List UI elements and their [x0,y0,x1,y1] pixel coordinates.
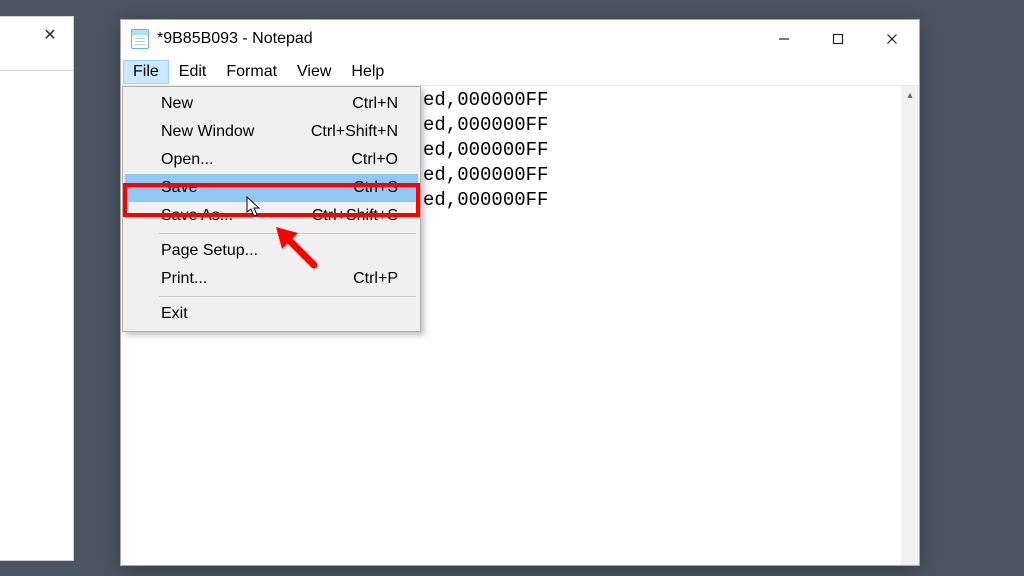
menu-separator [159,296,416,297]
menu-item-label: Print... [161,270,207,288]
menu-open[interactable]: Open... Ctrl+O [125,146,418,174]
background-window-titlebar: ✕ [0,16,74,71]
menu-new-window[interactable]: New Window Ctrl+Shift+N [125,118,418,146]
text-area[interactable]: ed,000000FF ed,000000FF ed,000000FF ed,0… [121,86,919,565]
menu-save[interactable]: Save Ctrl+S [125,174,418,202]
menu-bar: File Edit Format View Help [121,58,919,86]
window-controls [757,20,919,58]
visible-text: ed,000000FF ed,000000FF ed,000000FF ed,0… [423,88,548,213]
menu-item-label: Page Setup... [161,242,258,260]
menu-item-label: Save [161,179,197,197]
menu-exit[interactable]: Exit [125,300,418,328]
notepad-window: *9B85B093 - Notepad File Edit Format Vie… [120,19,920,566]
background-window-body [0,71,74,561]
file-menu-dropdown: New Ctrl+N New Window Ctrl+Shift+N Open.… [122,86,421,332]
menu-format[interactable]: Format [216,60,287,84]
title-bar[interactable]: *9B85B093 - Notepad [121,20,919,58]
menu-item-label: New [161,95,193,113]
window-title: *9B85B093 - Notepad [157,30,757,48]
menu-file[interactable]: File [123,60,169,84]
background-window-close-button[interactable]: ✕ [27,17,73,53]
notepad-icon [131,29,149,49]
menu-item-shortcut: Ctrl+N [352,95,398,113]
menu-page-setup[interactable]: Page Setup... [125,237,418,265]
minimize-button[interactable] [757,20,811,58]
close-button[interactable] [865,20,919,58]
vertical-scrollbar[interactable]: ▴ [901,86,919,565]
menu-separator [159,233,416,234]
menu-item-shortcut: Ctrl+O [351,151,398,169]
menu-item-label: Save As... [161,207,233,225]
menu-item-shortcut: Ctrl+S [353,179,398,197]
menu-print[interactable]: Print... Ctrl+P [125,265,418,293]
scroll-up-arrow-icon[interactable]: ▴ [901,86,919,104]
menu-item-label: Exit [161,305,188,323]
menu-help[interactable]: Help [341,60,394,84]
menu-edit[interactable]: Edit [169,60,217,84]
menu-save-as[interactable]: Save As... Ctrl+Shift+S [125,202,418,230]
menu-item-label: New Window [161,123,254,141]
menu-item-shortcut: Ctrl+Shift+N [311,123,398,141]
menu-new[interactable]: New Ctrl+N [125,90,418,118]
menu-view[interactable]: View [287,60,341,84]
maximize-button[interactable] [811,20,865,58]
menu-item-shortcut: Ctrl+Shift+S [312,207,398,225]
menu-item-label: Open... [161,151,213,169]
menu-item-shortcut: Ctrl+P [353,270,398,288]
